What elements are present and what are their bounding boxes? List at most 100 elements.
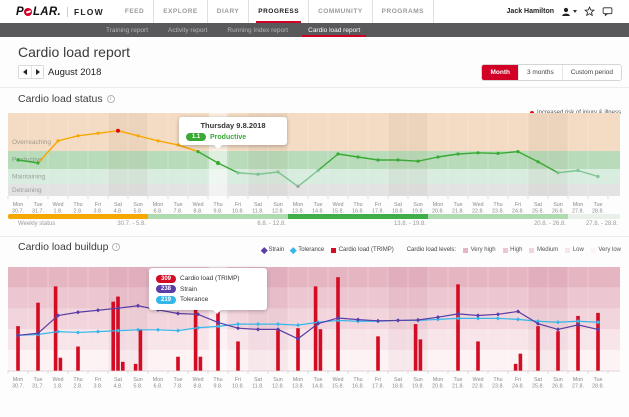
svg-text:6.8.: 6.8. [154,384,163,390]
svg-text:Detraining: Detraining [12,187,42,194]
weekly-status-labels: Weekly status 30.7. - 5.8. 6.8. - 12.8. … [8,221,620,227]
legend-level-very-low: Very low [591,247,621,253]
svg-text:12.8.: 12.8. [272,384,284,390]
svg-text:Thu: Thu [353,377,362,383]
level-swatch-icon [463,248,468,253]
trimp-label: Cardio load (TRIMP) [180,275,240,282]
status-section-title: Cardio load status [18,93,103,105]
polar-logo-text-left: P [16,6,24,18]
svg-text:Sun: Sun [133,202,143,208]
svg-text:16.8.: 16.8. [352,384,364,390]
strain-label: Strain [180,286,197,293]
previous-month-button[interactable] [19,66,31,78]
svg-text:Thu: Thu [73,377,82,383]
svg-text:Sun: Sun [273,377,283,383]
level-swatch-icon [565,248,570,253]
week-segment[interactable] [568,214,620,219]
svg-text:30.7.: 30.7. [12,384,24,390]
svg-text:24.8.: 24.8. [512,384,524,390]
svg-text:Overreaching: Overreaching [12,139,51,146]
tab-training-report[interactable]: Training report [96,23,158,37]
nav-item-progress[interactable]: PROGRESS [249,0,309,23]
svg-text:Sat: Sat [534,202,543,208]
svg-text:Sat: Sat [394,377,403,383]
user-menu[interactable] [561,7,577,17]
svg-text:Mon: Mon [293,377,304,383]
svg-text:Wed: Wed [473,202,484,208]
svg-text:Fri: Fri [95,202,101,208]
week-segment[interactable] [288,214,428,219]
nav-item-feed[interactable]: FEED [116,0,154,23]
cardio-load-buildup-chart[interactable]: Mon30.7.Tue31.7.Wed1.8.Thu2.8.Fri3.8.Sat… [8,267,620,391]
svg-text:Sun: Sun [413,202,423,208]
user-icon [561,7,571,17]
cardio-load-status-chart[interactable]: OverreachingProductiveMaintainingDetrain… [8,113,620,214]
divider [0,236,629,237]
svg-text:Fri: Fri [515,377,521,383]
svg-text:21.8.: 21.8. [452,384,464,390]
nav-item-explore[interactable]: EXPLORE [154,0,208,23]
feedback-chat-icon[interactable] [602,6,613,17]
week-segment[interactable] [428,214,568,219]
legend-trimp: Cardio load (TRIMP) [331,247,394,253]
tab-running-index-report[interactable]: Running Index report [217,23,298,37]
status-value-pill: 1.1 [186,133,206,141]
svg-text:Sun: Sun [273,202,283,208]
nav-item-community[interactable]: COMMUNITY [309,0,373,23]
svg-text:Thu: Thu [493,377,502,383]
svg-text:28.8.: 28.8. [592,384,604,390]
legend-level-medium: Medium [529,247,558,253]
status-tooltip: Thursday 9.8.2018 1.1 Productive [179,117,287,145]
user-name: Jack Hamilton [507,8,554,15]
tab-cardio-load-report[interactable]: Cardio load report [298,23,370,37]
svg-text:Mon: Mon [13,202,24,208]
svg-text:Tue: Tue [593,377,602,383]
nav-item-programs[interactable]: PROGRAMS [373,0,434,23]
svg-text:18.8.: 18.8. [392,384,404,390]
tab-activity-report[interactable]: Activity report [158,23,217,37]
svg-text:Thu: Thu [213,377,222,383]
page-title: Cardio load report [18,44,130,60]
info-icon[interactable]: i [107,95,115,103]
svg-text:Wed: Wed [193,202,204,208]
next-month-button[interactable] [31,66,43,78]
info-icon[interactable]: i [112,243,120,251]
flow-wordmark: FLOW [74,0,104,23]
tolerance-label: Tolerance [180,296,208,303]
period-selector: Month 3 months Custom period [481,64,622,81]
svg-text:Fri: Fri [375,377,381,383]
week-segment[interactable] [148,214,288,219]
arrow-left-icon [23,69,27,75]
buildup-legend: Strain Tolerance Cardio load (TRIMP) Car… [262,247,622,253]
svg-text:Mon: Mon [293,202,304,208]
svg-text:1.8.: 1.8. [54,384,63,390]
arrow-right-icon [36,69,40,75]
week-segment[interactable] [8,214,148,219]
svg-text:Wed: Wed [333,202,344,208]
svg-text:4.8.: 4.8. [114,384,123,390]
svg-text:Tue: Tue [33,202,42,208]
cardio-load-report-page: PLAR. FLOW FEED EXPLORE DIARY PROGRESS C… [0,0,629,417]
svg-text:3.8.: 3.8. [94,384,103,390]
svg-text:Fri: Fri [375,202,381,208]
period-custom-button[interactable]: Custom period [562,65,621,80]
svg-text:22.8.: 22.8. [472,384,484,390]
period-month-button[interactable]: Month [482,65,518,80]
weekly-status-strip [8,214,620,219]
svg-text:15.8.: 15.8. [332,384,344,390]
level-swatch-icon [503,248,508,253]
polar-logo-o-icon [24,8,32,16]
period-3months-button[interactable]: 3 months [518,65,562,80]
svg-text:Mon: Mon [153,202,164,208]
svg-text:Sun: Sun [553,377,563,383]
level-swatch-icon [591,248,596,253]
weekly-status-caption: Weekly status [18,221,55,227]
nav-item-diary[interactable]: DIARY [208,0,249,23]
legend-level-high: High [503,247,523,253]
main-nav: FEED EXPLORE DIARY PROGRESS COMMUNITY PR… [116,0,434,23]
buildup-section-header: Cardio load buildup i [18,241,120,253]
buildup-section-title: Cardio load buildup [18,241,108,253]
favorites-star-icon[interactable] [584,6,595,17]
polar-logo[interactable]: PLAR. [16,0,61,23]
svg-text:Mon: Mon [433,377,444,383]
